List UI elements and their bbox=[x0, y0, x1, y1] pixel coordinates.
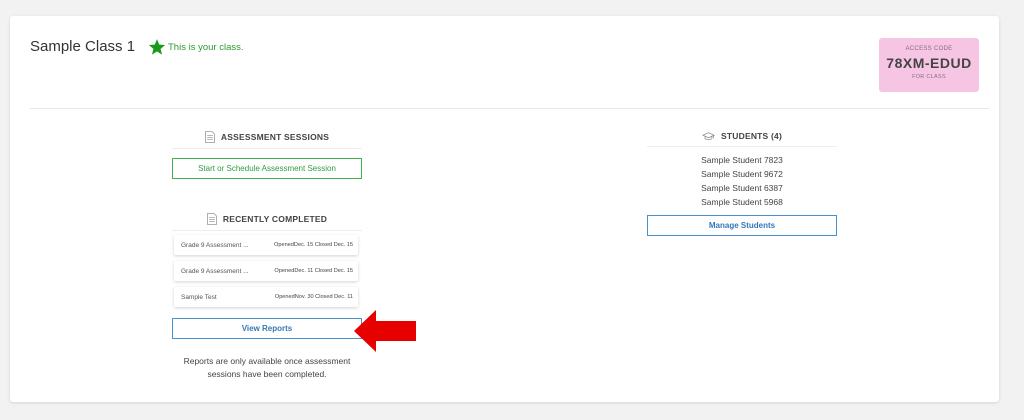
recent-sessions-list: Grade 9 Assessment ... OpenedDec. 15 Clo… bbox=[174, 235, 358, 313]
session-dates: OpenedNov. 30 Closed Dec. 11 bbox=[274, 294, 353, 300]
start-schedule-session-button[interactable]: Start or Schedule Assessment Session bbox=[172, 158, 362, 179]
header-divider bbox=[30, 108, 989, 109]
student-name: Sample Student 9672 bbox=[701, 169, 783, 179]
session-name: Sample Test bbox=[181, 293, 217, 301]
document-icon bbox=[206, 213, 217, 225]
recently-completed-title: RECENTLY COMPLETED bbox=[222, 214, 328, 224]
list-item[interactable]: Sample Test OpenedNov. 30 Closed Dec. 11 bbox=[174, 287, 358, 307]
your-class-text: This is your class. bbox=[168, 41, 244, 53]
manage-students-button[interactable]: Manage Students bbox=[647, 215, 837, 236]
access-code-sub: FOR CLASS bbox=[912, 74, 946, 80]
access-code-label: ACCESS CODE bbox=[905, 46, 953, 52]
session-name: Grade 9 Assessment ... bbox=[181, 241, 249, 249]
students-title: STUDENTS (4) bbox=[721, 131, 782, 141]
view-reports-button[interactable]: View Reports bbox=[172, 318, 362, 339]
session-dates: OpenedDec. 11 Closed Dec. 15 bbox=[274, 268, 353, 274]
graduation-cap-icon bbox=[702, 131, 715, 140]
left-arrow-icon bbox=[354, 310, 416, 352]
access-code-box: ACCESS CODE 78XM-EDUD FOR CLASS bbox=[879, 38, 979, 92]
session-dates: OpenedDec. 15 Closed Dec. 15 bbox=[274, 242, 353, 248]
access-code-value: 78XM-EDUD bbox=[886, 55, 972, 71]
session-name: Grade 9 Assessment ... bbox=[181, 267, 249, 275]
list-item[interactable]: Grade 9 Assessment ... OpenedDec. 15 Clo… bbox=[174, 235, 358, 255]
students-list: Sample Student 7823 Sample Student 9672 … bbox=[647, 153, 837, 209]
list-item[interactable]: Grade 9 Assessment ... OpenedDec. 11 Clo… bbox=[174, 261, 358, 281]
class-card: Sample Class 1 This is your class. ACCES… bbox=[10, 16, 999, 402]
student-name: Sample Student 6387 bbox=[701, 183, 783, 193]
your-class-indicator: This is your class. bbox=[148, 38, 244, 56]
star-icon bbox=[148, 39, 166, 55]
reports-note: Reports are only available once assessme… bbox=[183, 356, 351, 379]
students-heading: STUDENTS (4) bbox=[647, 131, 837, 147]
assessment-sessions-title: ASSESSMENT SESSIONS bbox=[220, 132, 330, 142]
document-icon bbox=[205, 131, 215, 143]
recently-completed-heading: RECENTLY COMPLETED bbox=[172, 213, 362, 231]
student-name: Sample Student 7823 bbox=[701, 155, 783, 165]
class-title: Sample Class 1 bbox=[30, 38, 136, 55]
student-name: Sample Student 5968 bbox=[701, 197, 783, 207]
assessment-sessions-heading: ASSESSMENT SESSIONS bbox=[172, 131, 362, 149]
